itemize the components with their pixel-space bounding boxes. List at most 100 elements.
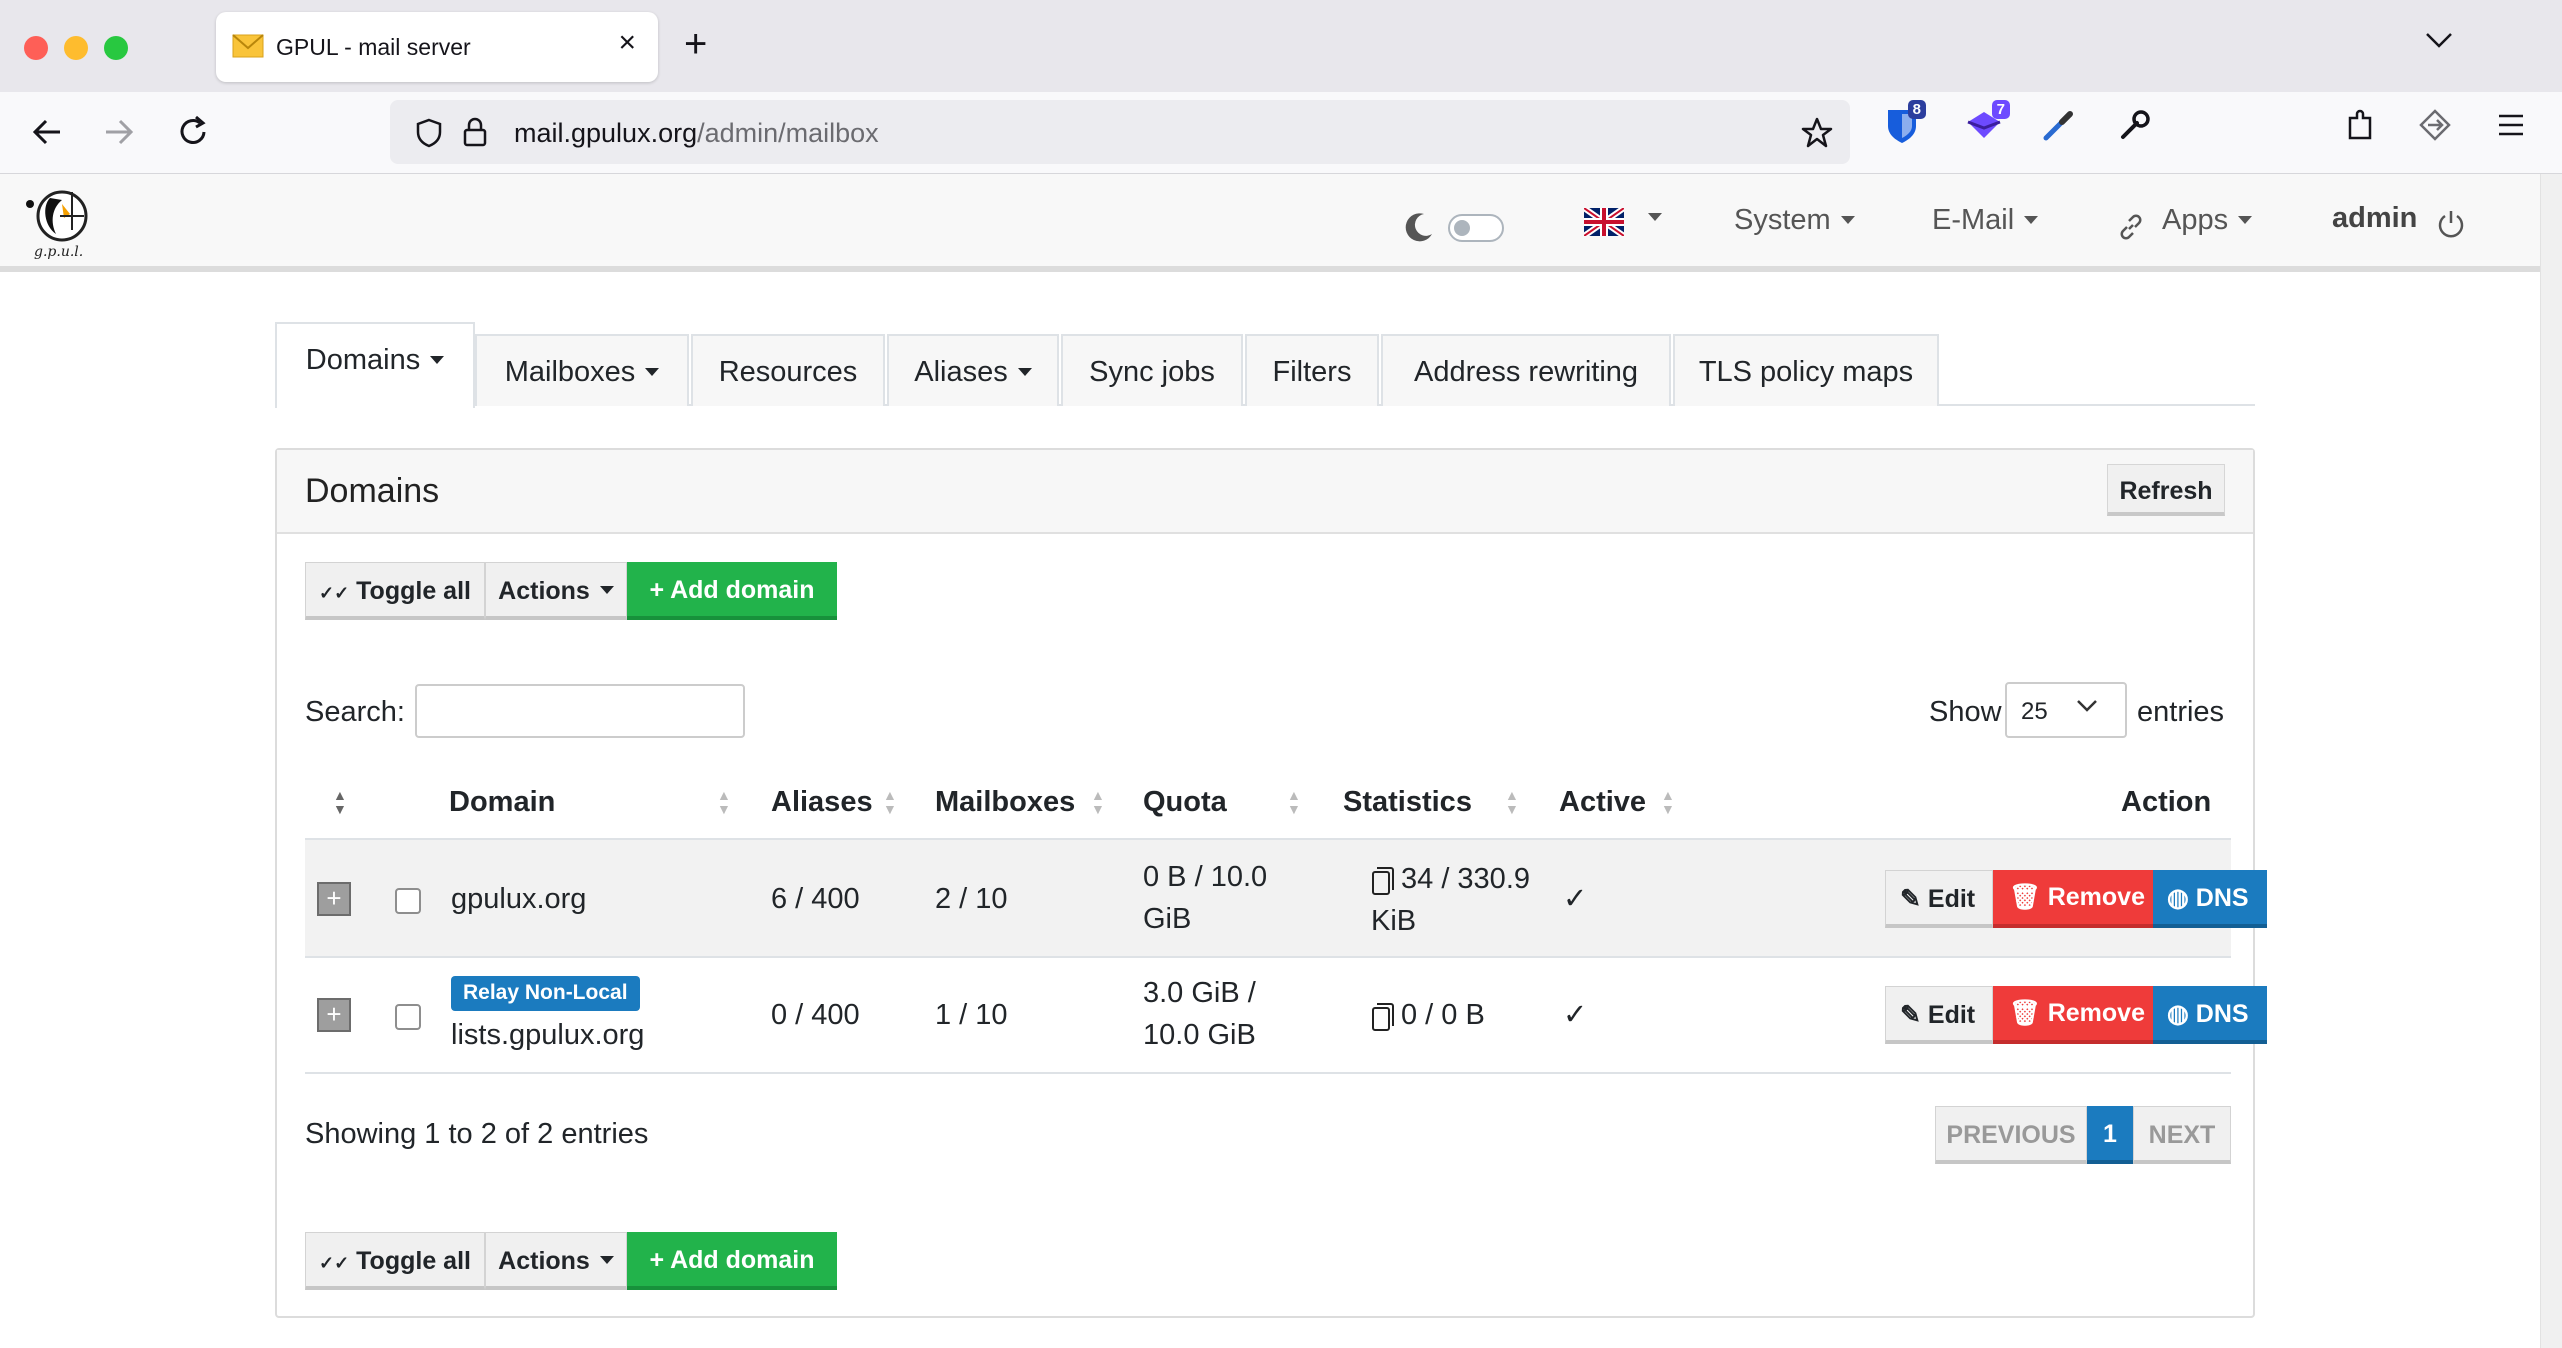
sort-icon[interactable]: ▲ ▼ [717, 788, 731, 816]
files-icon [1372, 1003, 1394, 1031]
tab-domains[interactable]: Domains [275, 322, 475, 408]
toggle-all-button[interactable]: ✓✓ Toggle all [305, 1232, 485, 1290]
tab-aliases[interactable]: Aliases [887, 334, 1059, 406]
sort-icon[interactable]: ▲ ▼ [1661, 788, 1675, 816]
tab-resources[interactable]: Resources [691, 334, 885, 406]
tab-filters[interactable]: Filters [1245, 334, 1379, 406]
column-header-domain[interactable]: Domain [449, 786, 555, 819]
system-menu[interactable]: System [1734, 204, 1855, 237]
column-header-quota[interactable]: Quota [1143, 786, 1227, 819]
remove-button[interactable]: 🗑 Remove [1993, 870, 2153, 928]
reload-icon[interactable] [176, 112, 210, 152]
page-scrollbar[interactable] [2540, 174, 2562, 1348]
column-header-aliases[interactable]: Aliases [771, 786, 873, 819]
url-host: mail.gpulux.org [514, 118, 698, 148]
proton-extension-icon[interactable]: 7 [1966, 100, 2010, 147]
browser-tab[interactable]: GPUL - mail server × [216, 12, 658, 82]
url-bar[interactable]: mail.gpulux.org/admin/mailbox [390, 100, 1850, 164]
mailboxes-count: 2 / 10 [935, 883, 1008, 915]
new-tab-button[interactable]: + [684, 24, 707, 64]
sort-icon[interactable]: ▲ ▼ [1091, 788, 1105, 816]
column-header-active[interactable]: Active [1559, 786, 1646, 819]
pencil-icon: ✎ [1900, 885, 1921, 913]
zoom-window-button[interactable] [104, 36, 128, 60]
search-input[interactable] [415, 684, 745, 738]
back-arrow-icon[interactable] [30, 112, 64, 152]
minimize-window-button[interactable] [64, 36, 88, 60]
dns-button[interactable]: ◍ DNS [2153, 870, 2267, 928]
dark-mode-toggle[interactable] [1448, 214, 1504, 242]
toggle-all-button[interactable]: ✓✓ Toggle all [305, 562, 485, 620]
envelope-icon [232, 34, 264, 58]
dns-label: DNS [2195, 884, 2249, 912]
extensions-puzzle-icon[interactable] [2344, 108, 2378, 142]
statistics-line-2: KiB [1371, 905, 1417, 937]
active-check-icon: ✓ [1563, 999, 1588, 1031]
wrench-icon[interactable] [2118, 108, 2152, 142]
tab-tls-policy-maps[interactable]: TLS policy maps [1673, 334, 1939, 406]
actions-dropdown[interactable]: Actions [485, 562, 627, 620]
domains-panel: Domains Refresh ✓✓ Toggle all Actions + … [275, 448, 2267, 1318]
column-header-statistics[interactable]: Statistics [1343, 786, 1472, 819]
url-text[interactable]: mail.gpulux.org/admin/mailbox [514, 118, 879, 149]
row-checkbox[interactable] [395, 888, 421, 914]
double-check-icon: ✓✓ [319, 1253, 350, 1273]
section-tabs: Domains Mailboxes Resources Aliases Sync… [275, 322, 2255, 408]
expand-row-button[interactable]: + [317, 882, 351, 916]
actions-dropdown[interactable]: Actions [485, 1232, 627, 1290]
quota-line-2: GiB [1143, 903, 1192, 935]
next-page-button[interactable]: NEXT [2133, 1106, 2231, 1164]
tab-address-rewriting[interactable]: Address rewriting [1381, 334, 1671, 406]
panel-header: Domains Refresh [277, 450, 2253, 534]
double-check-icon: ✓✓ [319, 583, 350, 603]
eyedropper-icon[interactable] [2042, 108, 2076, 142]
previous-page-button[interactable]: PREVIOUS [1935, 1106, 2087, 1164]
tab-sync-jobs[interactable]: Sync jobs [1061, 334, 1243, 406]
bookmark-star-icon[interactable] [1800, 116, 1834, 150]
user-name: admin [2332, 202, 2418, 234]
sort-icon[interactable]: ▲ ▼ [333, 788, 347, 816]
forward-arrow-icon[interactable] [102, 112, 136, 152]
close-tab-icon[interactable]: × [618, 28, 636, 58]
app-header: g.p.u.l. System E-Mail Apps admin [0, 174, 2540, 272]
add-domain-button[interactable]: + Add domain [627, 1232, 837, 1290]
hamburger-menu-icon[interactable] [2496, 108, 2526, 142]
tab-mailboxes[interactable]: Mailboxes [475, 334, 689, 406]
bitwarden-extension-icon[interactable]: 8 [1886, 100, 1926, 149]
show-label: Show [1929, 696, 2002, 728]
column-header-mailboxes[interactable]: Mailboxes [935, 786, 1075, 819]
remove-button[interactable]: 🗑 Remove [1993, 986, 2153, 1044]
remove-label: Remove [2047, 999, 2145, 1027]
dns-button[interactable]: ◍ DNS [2153, 986, 2267, 1044]
globe-icon: ◍ [2167, 1000, 2189, 1028]
language-dropdown[interactable] [1584, 208, 1662, 236]
shield-icon[interactable] [416, 118, 442, 148]
domain-name: lists.gpulux.org [451, 1019, 645, 1051]
gpul-logo[interactable]: g.p.u.l. [20, 182, 100, 262]
page-1-button[interactable]: 1 [2087, 1106, 2133, 1164]
close-window-button[interactable] [24, 36, 48, 60]
extension-badge: 7 [1991, 100, 2010, 119]
pencil-icon: ✎ [1900, 1001, 1921, 1029]
url-path: /admin/mailbox [697, 118, 879, 148]
entries-label: entries [2137, 696, 2225, 728]
power-logout-icon[interactable] [2436, 208, 2466, 240]
link-icon [2120, 214, 2142, 240]
edit-button[interactable]: ✎ Edit [1885, 870, 1993, 928]
sort-icon[interactable]: ▲ ▼ [1287, 788, 1301, 816]
page-size-select[interactable]: 25 [2005, 682, 2127, 738]
lock-icon[interactable] [462, 116, 488, 148]
chevron-down-icon[interactable] [2424, 30, 2454, 50]
sort-icon[interactable]: ▲ ▼ [883, 788, 897, 816]
apps-menu[interactable]: Apps [2162, 204, 2252, 237]
row-checkbox[interactable] [395, 1004, 421, 1030]
relay-icon[interactable] [2418, 108, 2452, 142]
add-domain-button[interactable]: + Add domain [627, 562, 837, 620]
sort-icon[interactable]: ▲ ▼ [1505, 788, 1519, 816]
expand-row-button[interactable]: + [317, 998, 351, 1032]
refresh-button[interactable]: Refresh [2107, 464, 2225, 516]
extension-badge: 8 [1907, 100, 1926, 119]
edit-button[interactable]: ✎ Edit [1885, 986, 1993, 1044]
table-row: + gpulux.org 6 / 400 2 / 10 0 B / 10.0 G… [305, 838, 2267, 956]
email-menu[interactable]: E-Mail [1932, 204, 2038, 237]
